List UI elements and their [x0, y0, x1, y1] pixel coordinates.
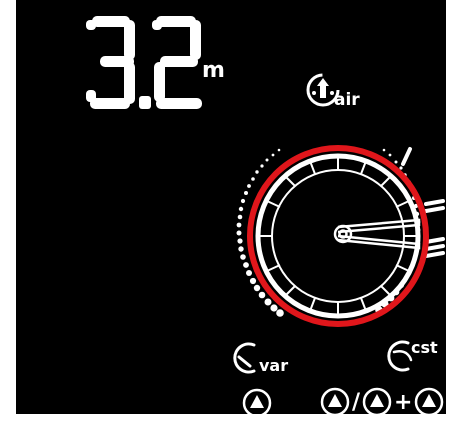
control-panel: m air var cst / + — [16, 0, 446, 414]
var-button[interactable] — [242, 388, 272, 414]
cst-button-combo[interactable]: / + — [320, 386, 444, 414]
panel-bottom-edge — [16, 414, 446, 423]
cst-label: cst — [411, 338, 438, 357]
cst-button-a[interactable] — [320, 387, 350, 414]
cst-button-b[interactable] — [362, 387, 392, 414]
decimal-point — [139, 96, 151, 109]
air-label: air — [334, 90, 360, 110]
combo-separator: / — [352, 389, 361, 415]
combo-plus: + — [394, 389, 413, 415]
rotary-dial[interactable] — [243, 141, 433, 331]
triangle-up-icon — [250, 395, 264, 408]
digit-3 — [86, 16, 135, 109]
triangle-up-icon — [328, 394, 342, 407]
triangle-up-icon — [422, 394, 437, 407]
cst-button-c[interactable] — [414, 387, 444, 414]
digit-2 — [152, 16, 202, 109]
var-label: var — [259, 356, 289, 375]
unit-label: m — [202, 58, 225, 83]
triangle-up-icon — [370, 394, 385, 407]
